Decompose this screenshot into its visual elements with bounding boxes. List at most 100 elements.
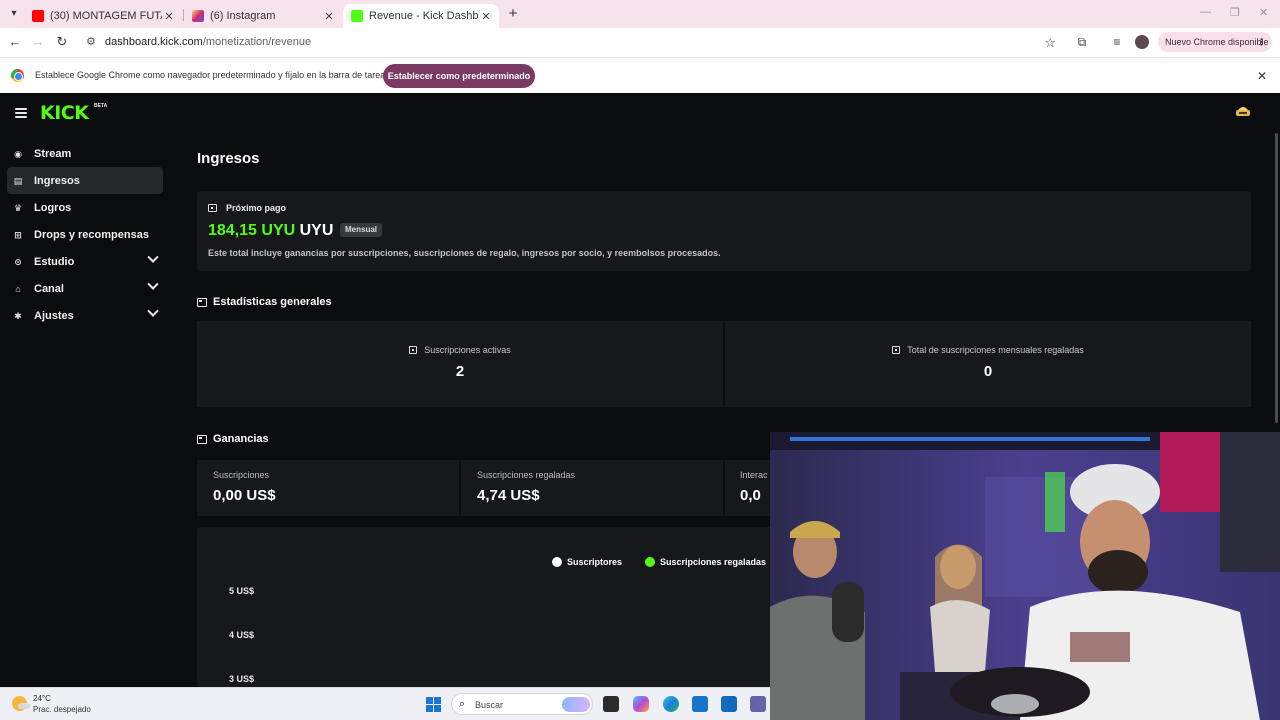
y-tick-label: 4 US$ — [229, 630, 255, 640]
sidebar-item-drops[interactable]: ⊞ Drops y recompensas — [7, 221, 163, 248]
back-icon[interactable]: ← — [8, 35, 22, 49]
trophy-icon: ♛ — [13, 202, 23, 213]
youtube-icon — [32, 10, 44, 22]
stats-icon — [197, 297, 207, 307]
y-tick-label: 5 US$ — [229, 586, 255, 596]
close-window-icon[interactable]: ✕ — [1259, 6, 1268, 19]
legend-subscribers[interactable]: Suscriptores — [552, 557, 622, 567]
url-text: dashboard.kick.com/monetization/revenue — [105, 36, 312, 48]
sidebar-item-label: Canal — [34, 282, 64, 295]
navigation-bar: ← → ↻ ⚙ dashboard.kick.com/monetization/… — [0, 28, 1280, 57]
restore-icon[interactable]: ❐ — [1230, 6, 1240, 19]
tab-title: (6) Instagram — [210, 10, 276, 22]
forward-icon[interactable]: → — [31, 35, 45, 49]
weather-icon[interactable] — [12, 696, 30, 711]
y-tick-label: 3 US$ — [229, 674, 255, 684]
set-default-button[interactable]: Establecer como predeterminado — [383, 64, 535, 88]
earning-value: 0,0 — [740, 487, 761, 504]
stat-value: 0 — [983, 363, 993, 380]
close-icon[interactable]: ✕ — [479, 10, 493, 23]
studio-icon: ⊙ — [14, 256, 22, 267]
tab-title: (30) MONTAGEM FUTABA (Slow — [50, 10, 162, 22]
sidebar-item-estudio[interactable]: ⊙ Estudio — [7, 248, 163, 275]
sidebar-item-logros[interactable]: ♛ Logros — [7, 194, 163, 221]
sidebar-item-ingresos[interactable]: ▤ Ingresos — [7, 167, 163, 194]
general-stats: Suscripciones activas 2 Total de suscrip… — [197, 321, 1251, 407]
legend-gifted-subs[interactable]: Suscripciones regaladas — [645, 557, 766, 567]
chrome-update-button[interactable]: Nuevo Chrome disponible ⋮ — [1158, 32, 1272, 52]
stat-active-subs: Suscripciones activas 2 — [197, 321, 723, 407]
sidebar-item-label: Drops y recompensas — [34, 228, 149, 241]
site-info-icon[interactable]: ⚙ — [86, 36, 99, 49]
broadcast-icon: ◉ — [14, 148, 22, 159]
sidebar-item-label: Estudio — [34, 255, 75, 268]
sidebar-item-label: Ajustes — [34, 309, 74, 322]
earning-label: Suscripciones — [213, 470, 270, 480]
store-icon[interactable] — [721, 696, 737, 712]
earning-value: 4,74 US$ — [477, 487, 540, 504]
page-title: Ingresos — [197, 150, 260, 167]
sidebar-item-label: Logros — [34, 201, 72, 214]
payout-frequency-badge: Mensual — [340, 223, 383, 237]
kick-logo[interactable]: KICK — [40, 103, 89, 123]
tab-search-button[interactable]: ▾ — [6, 6, 22, 22]
new-tab-button[interactable]: + — [505, 6, 521, 22]
tab-strip: ▾ (30) MONTAGEM FUTABA (Slow ✕ (6) Insta… — [0, 0, 1280, 28]
payout-description: Este total incluye ganancias por suscrip… — [208, 248, 721, 258]
stat-label: Suscripciones activas — [197, 345, 723, 355]
tab-youtube[interactable]: (30) MONTAGEM FUTABA (Slow ✕ — [24, 4, 182, 28]
kick-icon — [351, 10, 363, 22]
minimize-icon[interactable]: — — [1200, 6, 1211, 18]
channel-icon: ⌂ — [15, 283, 21, 294]
sidebar-item-stream[interactable]: ◉ Stream — [7, 140, 163, 167]
copilot-icon[interactable] — [633, 696, 649, 712]
bookmark-star-icon[interactable]: ☆ — [1044, 35, 1056, 51]
earning-subscriptions: Suscripciones 0,00 US$ — [197, 460, 459, 516]
beta-badge: BETA — [94, 103, 108, 109]
tab-instagram[interactable]: (6) Instagram ✕ — [184, 4, 342, 28]
earning-label: Suscripciones regaladas — [477, 470, 576, 480]
chevron-down-icon — [147, 305, 159, 317]
profile-avatar[interactable] — [1135, 35, 1149, 49]
stats-section-title: Estadísticas generales — [197, 296, 332, 308]
task-view-icon[interactable] — [603, 696, 619, 712]
infobar-message: Establece Google Chrome como navegador p… — [35, 70, 390, 80]
legend-swatch — [645, 557, 655, 567]
extensions-icon[interactable]: ⧉ — [1075, 35, 1089, 49]
address-bar[interactable]: ⚙ dashboard.kick.com/monetization/revenu… — [80, 31, 1062, 54]
default-browser-infobar: Establece Google Chrome como navegador p… — [0, 57, 1280, 93]
earning-value: 0,00 US$ — [213, 487, 276, 504]
instagram-icon — [192, 10, 204, 22]
page-scrollbar[interactable] — [1275, 133, 1278, 423]
earning-gifted-subs: Suscripciones regaladas 4,74 US$ — [461, 460, 723, 516]
sidebar-item-ajustes[interactable]: ✱ Ajustes — [7, 302, 163, 329]
stat-value: 2 — [455, 363, 465, 380]
webcam-image — [770, 432, 1280, 720]
search-highlight-icon — [562, 697, 590, 712]
sidebar: ◉ Stream ▤ Ingresos ♛ Logros ⊞ Drops y r… — [0, 140, 170, 329]
more-menu-icon[interactable]: ⋮ — [1257, 32, 1266, 52]
sidebar-item-label: Stream — [34, 147, 72, 160]
close-icon[interactable]: ✕ — [162, 10, 176, 23]
tab-kick-dashboard[interactable]: Revenue - Kick Dashboard ✕ — [343, 4, 499, 28]
weather-condition: Prac. despejado — [33, 705, 91, 714]
temperature: 24°C — [33, 694, 51, 703]
stat-label: Total de suscripciones mensuales regalad… — [725, 345, 1251, 355]
sidebar-item-canal[interactable]: ⌂ Canal — [7, 275, 163, 302]
media-control-icon[interactable]: ≡ — [1110, 35, 1124, 49]
chevron-down-icon — [147, 278, 159, 290]
close-icon[interactable]: ✕ — [322, 10, 336, 23]
taskbar-search[interactable]: ⌕ Buscar — [451, 693, 593, 715]
menu-icon[interactable] — [15, 108, 27, 118]
chart-icon: ▤ — [13, 175, 23, 186]
teams-icon[interactable] — [750, 696, 766, 712]
start-icon[interactable] — [426, 697, 441, 712]
edge-icon[interactable] — [663, 696, 679, 712]
tab-title: Revenue - Kick Dashboard — [369, 10, 479, 22]
payout-heading: Próximo pago — [208, 203, 286, 213]
reload-icon[interactable]: ↻ — [55, 35, 69, 49]
sidebar-item-label: Ingresos — [34, 174, 80, 187]
outlook-icon[interactable] — [692, 696, 708, 712]
infobar-close-icon[interactable]: ✕ — [1257, 69, 1267, 83]
chevron-down-icon — [147, 251, 159, 263]
